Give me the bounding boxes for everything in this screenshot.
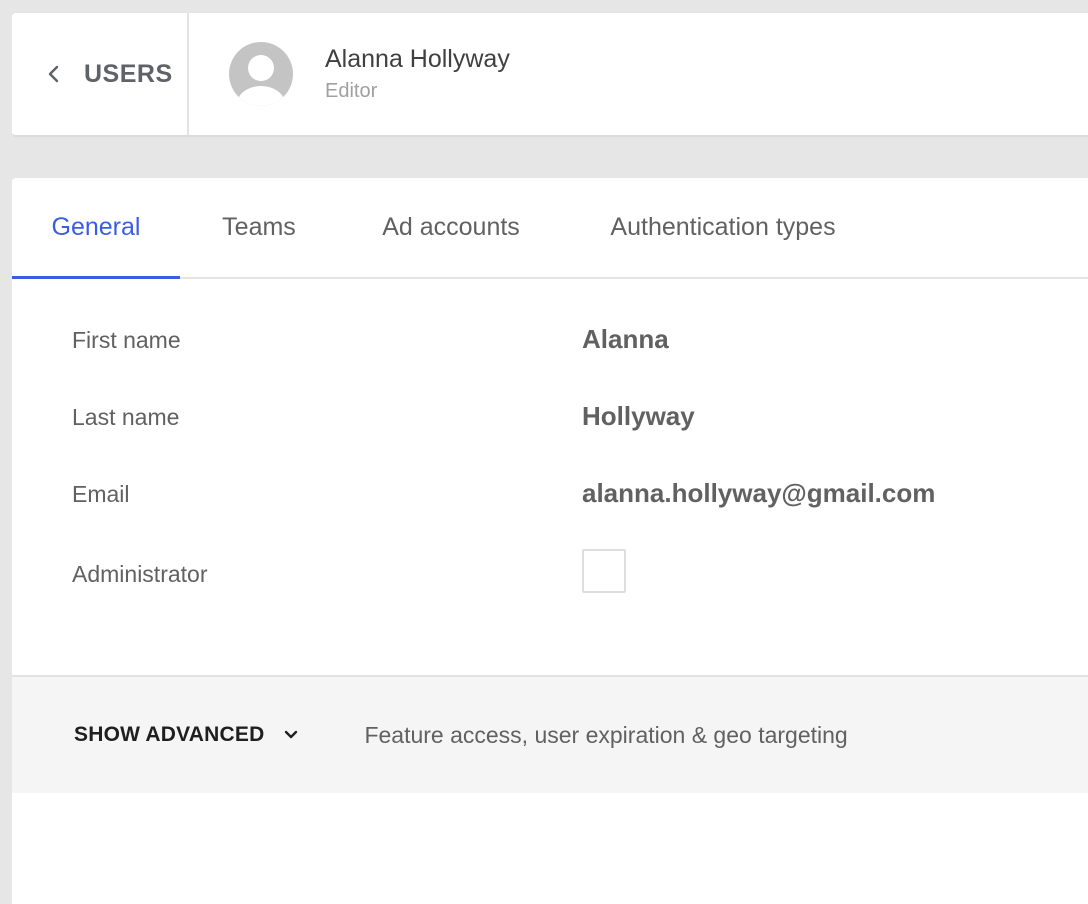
user-summary: Alanna Hollyway Editor xyxy=(189,13,510,135)
email-row: Email alanna.hollyway@gmail.com xyxy=(72,473,1072,513)
first-name-row: First name Alanna xyxy=(72,319,1072,359)
last-name-value: Hollyway xyxy=(582,401,695,431)
show-advanced-button[interactable]: SHOW ADVANCED xyxy=(74,723,300,747)
chevron-left-icon xyxy=(48,65,59,83)
administrator-checkbox[interactable] xyxy=(582,549,626,593)
email-label: Email xyxy=(72,481,130,507)
last-name-label: Last name xyxy=(72,404,180,430)
back-to-users-button[interactable]: USERS xyxy=(12,13,189,135)
first-name-value: Alanna xyxy=(582,324,669,354)
advanced-description: Feature access, user expiration & geo ta… xyxy=(364,721,848,748)
email-value: alanna.hollyway@gmail.com xyxy=(582,478,936,508)
tab-authentication-types[interactable]: Authentication types xyxy=(564,178,882,277)
show-advanced-label: SHOW ADVANCED xyxy=(74,723,265,746)
tab-general[interactable]: General xyxy=(12,178,180,279)
user-details-card: General Teams Ad accounts Authentication… xyxy=(12,178,1088,904)
administrator-row: Administrator xyxy=(72,549,1072,595)
user-header: USERS Alanna Hollyway Editor xyxy=(12,13,1088,137)
first-name-label: First name xyxy=(72,327,181,353)
tab-bar: General Teams Ad accounts Authentication… xyxy=(12,178,1088,279)
back-label: USERS xyxy=(84,59,173,88)
chevron-down-icon xyxy=(285,730,298,739)
administrator-label: Administrator xyxy=(72,561,208,587)
user-role: Editor xyxy=(325,80,378,102)
advanced-section: SHOW ADVANCED Feature access, user expir… xyxy=(12,675,1088,793)
tab-ad-accounts[interactable]: Ad accounts xyxy=(338,178,564,277)
user-name: Alanna Hollyway xyxy=(325,45,510,73)
tab-teams[interactable]: Teams xyxy=(180,178,338,277)
user-avatar-icon xyxy=(229,42,293,106)
general-fields: First name Alanna Last name Hollyway Ema… xyxy=(12,279,1088,675)
last-name-row: Last name Hollyway xyxy=(72,396,1072,436)
